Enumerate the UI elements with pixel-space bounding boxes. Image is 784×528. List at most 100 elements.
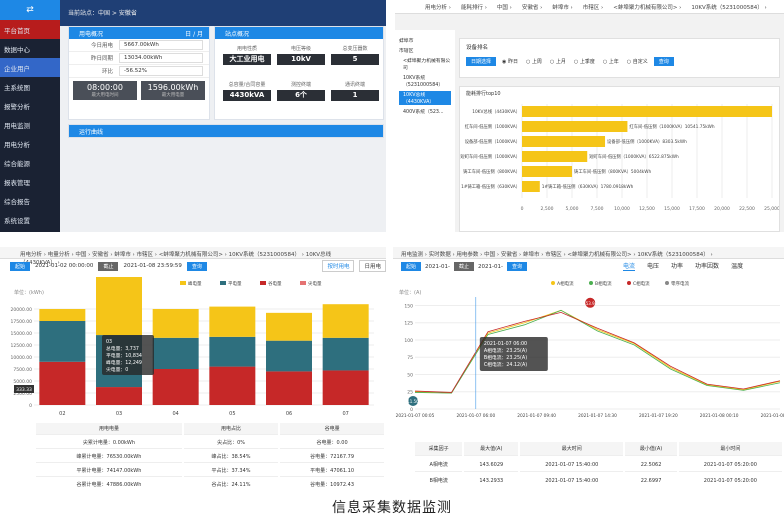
x-tick-label: 2,500 <box>541 206 554 212</box>
card-title: 站点概况 <box>215 27 383 39</box>
tab-1[interactable]: 电压 <box>647 261 659 271</box>
radio-option[interactable]: ○ 上月 <box>550 58 566 65</box>
table-header: 最大时间 <box>520 442 624 456</box>
radio-option[interactable]: ○ 自定义 <box>627 58 648 65</box>
sidebar-item-enterprise[interactable]: 企业用户 <box>0 58 60 77</box>
tooltip-line: 03 <box>106 339 112 345</box>
legend-label: 峰电量 <box>188 280 202 287</box>
legend-label: 谷电量 <box>268 280 282 287</box>
end-input[interactable]: 2021-01-08 23:59:59 <box>123 263 181 269</box>
radio-option[interactable]: ○ 上年 <box>603 58 619 65</box>
table-cell: 2021-01-07 15:40:00 <box>520 474 623 487</box>
y-tick-label: 5000.00 <box>13 379 32 385</box>
breadcrumb-item[interactable]: <蚌埠聚力机械有限公司> › <box>567 252 637 258</box>
query-button[interactable]: 查询 <box>506 262 527 271</box>
tree-node[interactable]: 市辖区 <box>399 47 451 54</box>
tooltip-line: B相电流：23.25(A) <box>484 354 527 361</box>
start-input[interactable]: 2021-01-02 00:00:00 <box>35 263 93 269</box>
device-tree[interactable]: 蚌埠市市辖区 <蚌埠聚力机械有限公司 10KV系统（5231000584） 10KV总… <box>395 30 455 232</box>
tree-node[interactable]: 10KV系统（5231000584） <box>399 74 451 88</box>
sidebar-item-alarm[interactable]: 报警分析 <box>0 96 60 115</box>
breadcrumb-item[interactable]: 用电分析 › <box>20 252 48 258</box>
table-header: 用电占比 <box>183 423 279 435</box>
current-line-chart: A相电流 B相电流 C相电流 零序电流 0 25 50 75 100 125 150 2021-01-… <box>396 280 784 419</box>
breadcrumb-item[interactable]: 用电分析 › <box>425 3 451 11</box>
breadcrumb-item[interactable]: 安徽省 › <box>92 252 114 258</box>
breadcrumb-item[interactable]: 蚌埠市 › <box>114 252 136 258</box>
min-marker-label: 11.56 <box>407 399 419 404</box>
sidebar-item-home[interactable]: 平台首页 <box>0 20 60 39</box>
bar-segment <box>322 337 369 371</box>
stacked-bar-chart: 峰电量 平电量 谷电量 尖电量02500.005000.007500.0010000.… <box>11 277 374 417</box>
query-button[interactable]: 查询 <box>653 57 674 66</box>
breadcrumb-item[interactable]: 中国 › <box>497 3 512 11</box>
tab-hourly[interactable]: 按时用电 <box>322 260 355 272</box>
breadcrumb-item[interactable]: 10KV系统（5231000584） › <box>637 252 712 258</box>
sidebar-item-diagram[interactable]: 主系统图 <box>0 77 60 96</box>
menu-toggle-icon[interactable]: ⇄ <box>0 0 60 20</box>
breadcrumb-item[interactable]: 10KV系统（5231000584） › <box>229 252 306 258</box>
x-tick-label: 17,500 <box>689 206 705 212</box>
x-tick-label: 2021-01-07 06:00 <box>456 413 495 419</box>
tree-node[interactable]: 10KV总线（4430KVA） <box>399 91 451 105</box>
breadcrumb-item[interactable]: 安徽省 › <box>522 3 542 11</box>
sidebar-item-summary[interactable]: 综合报告 <box>0 191 60 210</box>
radio-option[interactable]: ○ 上季度 <box>574 58 595 65</box>
breadcrumb-item[interactable]: 用电参数 › <box>456 252 484 258</box>
sidebar-item-monitor[interactable]: 用电监测 <box>0 115 60 134</box>
bar-segment <box>322 370 369 405</box>
radio-option[interactable]: ◉ 昨日 <box>502 58 518 65</box>
breadcrumb-item[interactable]: 市辖区 › <box>137 252 159 258</box>
breadcrumb-item[interactable]: <蚌埠聚力机械有限公司> › <box>159 252 229 258</box>
tab-daily[interactable]: 日用电 <box>359 260 386 272</box>
breadcrumb-item[interactable]: 10KV系统（5231000584） › <box>691 3 766 11</box>
bar <box>522 181 540 192</box>
tab-0[interactable]: 电流 <box>623 261 636 271</box>
y-tick-label: 17500.00 <box>11 319 33 325</box>
breadcrumb-item[interactable]: <蚌埠聚力机械有限公司> › <box>613 3 681 11</box>
breadcrumb-item[interactable]: 蚌埠市 › <box>552 3 572 11</box>
max-marker-label: 153.91 <box>583 301 597 306</box>
sidebar-item-settings[interactable]: 系统设置 <box>0 210 60 229</box>
breadcrumb-item[interactable]: 电量分析 › <box>48 252 76 258</box>
tooltip-line: 平电量：10,834 <box>106 352 142 359</box>
tree-node[interactable]: 400V系统（523... <box>399 108 451 115</box>
x-tick-label: 7,500 <box>591 206 604 212</box>
radio-option[interactable]: ○ 上周 <box>526 58 542 65</box>
period-toggle[interactable]: 日 / 月 <box>185 29 203 38</box>
query-button[interactable]: 查询 <box>186 261 207 271</box>
breadcrumb-item[interactable]: 蚌埠市 › <box>523 252 545 258</box>
tab-4[interactable]: 温度 <box>731 261 743 271</box>
breadcrumb-item[interactable]: 中国 › <box>75 252 92 258</box>
y-tick-label: 100 <box>404 338 413 344</box>
breadcrumb-item[interactable]: 能耗排行 › <box>461 3 487 11</box>
breadcrumb-item[interactable]: 市辖区 › <box>583 3 603 11</box>
start-label: 起始 <box>10 261 31 271</box>
tree-node[interactable]: 蚌埠市 <box>399 37 451 44</box>
breadcrumb-item[interactable]: 实时数据 › <box>429 252 457 258</box>
x-tick-label: 2021-01-07 14:30 <box>578 413 617 419</box>
sidebar-item-energy[interactable]: 综合能源 <box>0 153 60 172</box>
tree-node[interactable]: <蚌埠聚力机械有限公司 <box>399 57 451 71</box>
start-input[interactable]: 2021-01- <box>425 264 450 270</box>
x-tick-label: 12,500 <box>639 206 655 212</box>
max-time: 08:00:00 <box>87 83 123 92</box>
sidebar-item-analysis[interactable]: 用电分析 <box>0 134 60 153</box>
end-input[interactable]: 2021-01- <box>478 264 503 270</box>
address-bar: 用电分析 › 电量分析 › 中国 › 安徽省 › 蚌埠市 › 市辖区 › <蚌埠… <box>0 247 386 266</box>
x-tick-label: 2021-01-08 04:50 <box>761 413 784 419</box>
table-row: 峰累计电量：76530.00kWh 峰占比：38.54% 谷电量：72167.79 <box>36 451 384 463</box>
sidebar-item-report[interactable]: 报表管理 <box>0 172 60 191</box>
breadcrumb-item[interactable]: 用电监测 › <box>401 252 429 258</box>
breadcrumb-item[interactable]: 市辖区 › <box>545 252 567 258</box>
tooltip: 03总电量：3,737平电量：10,834峰电量：12,249尖电量：0 <box>102 335 154 375</box>
breadcrumb-item[interactable]: 安徽省 › <box>501 252 523 258</box>
sidebar-item-datacenter[interactable]: 数据中心 <box>0 39 60 58</box>
tab-3[interactable]: 功率因数 <box>695 261 719 271</box>
data-label: 红车间-低压侧（1000KVA）10541.75kWh <box>629 123 715 130</box>
tab-2[interactable]: 功率 <box>671 261 683 271</box>
date-select-button[interactable]: 日期选择 <box>466 57 497 66</box>
breadcrumb-item[interactable]: 中国 › <box>484 252 501 258</box>
tooltip-line: 尖电量：0 <box>106 366 128 373</box>
table-cell: 谷电量：72167.79 <box>280 451 384 463</box>
